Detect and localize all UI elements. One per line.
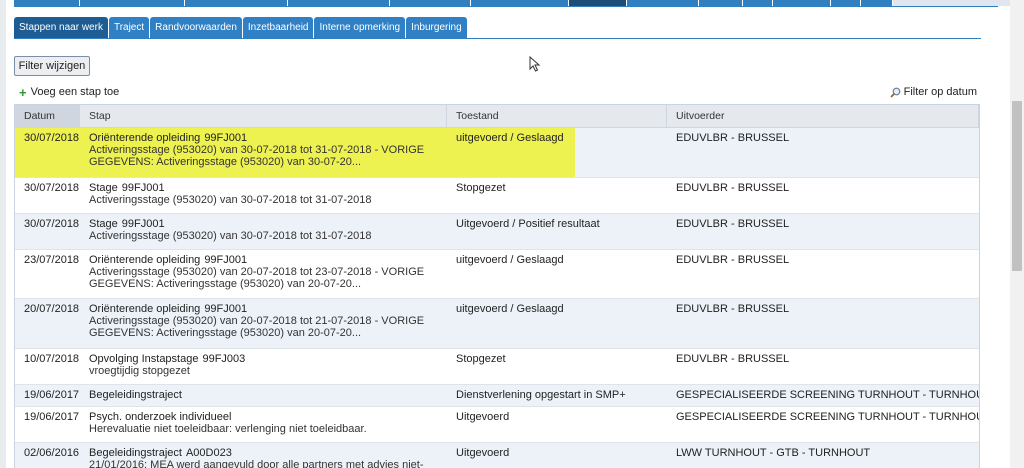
- add-step-label: Voeg een stap toe: [30, 86, 120, 98]
- table-row[interactable]: 19/06/2017 Begeleidingstraject Dienstver…: [15, 385, 979, 407]
- cell-date: 30/07/2018: [24, 218, 80, 230]
- step-description: Activeringsstage (953020) van 30-07-2018…: [89, 230, 372, 242]
- table-row[interactable]: 20/07/2018 Oriënterende opleiding 99FJ001…: [15, 299, 979, 349]
- step-name: Oriënterende opleiding: [89, 303, 201, 315]
- step-name: Oriënterende opleiding: [89, 254, 201, 266]
- cell-status: Uitgevoerd / Positief resultaat: [456, 218, 600, 230]
- filter-change-button[interactable]: Filter wijzigen: [14, 56, 90, 76]
- cell-executor: EDUVLBR - BRUSSEL: [676, 182, 790, 194]
- tab-traject[interactable]: Traject: [108, 17, 150, 39]
- column-header-uitvoerder[interactable]: Uitvoerder: [667, 105, 979, 127]
- table-row[interactable]: 30/07/2018 Stage 99FJ001 Activeringsstage…: [15, 178, 979, 214]
- tab-inzetbaarheid[interactable]: Inzetbaarheid: [242, 17, 314, 39]
- cell-date: 19/06/2017: [24, 411, 80, 423]
- cell-executor: GESPECIALISEERDE SCREENING TURNHOUT - TU…: [676, 389, 979, 401]
- mouse-cursor-icon: [529, 56, 541, 72]
- cell-status: uitgevoerd / Geslaagd: [456, 303, 564, 315]
- step-description: Herevaluatie niet toeleidbaar: verlengin…: [89, 423, 367, 435]
- tab-stappen-naar-werk[interactable]: Stappen naar werk: [14, 17, 108, 39]
- tab-randvoorwaarden[interactable]: Randvoorwaarden: [150, 17, 242, 39]
- table-row[interactable]: 02/06/2016 Begeleidingstraject A00D023 21…: [15, 443, 979, 468]
- step-name: Stage: [89, 218, 118, 230]
- cell-step: Stage 99FJ001 Activeringsstage (953020) v…: [80, 214, 447, 249]
- step-name: Oriënterende opleiding: [89, 132, 201, 144]
- step-code: 99FJ001: [204, 132, 248, 144]
- table-row[interactable]: 23/07/2018 Oriënterende opleiding 99FJ001…: [15, 250, 979, 299]
- cell-status: Uitgevoerd: [456, 447, 510, 459]
- cell-executor: EDUVLBR - BRUSSEL: [676, 218, 790, 230]
- column-header-stap[interactable]: Stap: [80, 105, 447, 127]
- cell-status: uitgevoerd / Geslaagd: [456, 254, 564, 266]
- tab-inburgering[interactable]: Inburgering: [406, 17, 467, 39]
- step-code: A00D023: [185, 447, 232, 459]
- cell-date: 20/07/2018: [24, 303, 80, 315]
- window-left-edge: [0, 0, 6, 468]
- tab-bar: Stappen naar werk Traject Randvoorwaarde…: [14, 17, 467, 39]
- plus-icon: +: [19, 84, 27, 100]
- table-row[interactable]: 30/07/2018 Oriënterende opleiding 99FJ001…: [15, 128, 979, 178]
- step-name: Begeleidingstraject: [89, 389, 182, 401]
- table-row[interactable]: 10/07/2018 Opvolging Instapstage 99FJ003 …: [15, 349, 979, 385]
- cell-executor: GESPECIALISEERDE SCREENING TURNHOUT - TU…: [676, 411, 979, 423]
- cell-status: uitgevoerd / Geslaagd: [456, 132, 564, 144]
- cell-status: Stopgezet: [456, 182, 506, 194]
- step-code: 99FJ001: [121, 182, 165, 194]
- step-name: Stage: [89, 182, 118, 194]
- cell-step: Psych. onderzoek individueel Herevaluati…: [80, 407, 447, 442]
- cell-date: 30/07/2018: [24, 132, 80, 144]
- cell-executor: EDUVLBR - BRUSSEL: [676, 353, 790, 365]
- cell-step: Begeleidingstraject: [80, 385, 447, 406]
- column-header-datum[interactable]: Datum: [15, 105, 80, 127]
- step-code: 99FJ003: [202, 353, 246, 365]
- step-description: 21/01/2016: MEA werd aangevuld door alle…: [89, 459, 424, 468]
- tab-underline: [14, 38, 981, 39]
- step-name: Psych. onderzoek individueel: [89, 411, 232, 423]
- cell-executor: LWW TURNHOUT - GTB - TURNHOUT: [676, 447, 871, 459]
- magnifier-icon: [889, 87, 901, 98]
- step-description: Activeringsstage (953020) van 20-07-2018…: [89, 266, 425, 290]
- step-name: Begeleidingstraject: [89, 447, 182, 459]
- scrollbar-thumb[interactable]: [1012, 101, 1022, 271]
- cell-date: 30/07/2018: [24, 182, 80, 194]
- cell-date: 19/06/2017: [24, 389, 80, 401]
- cell-step: Oriënterende opleiding 99FJ001 Activering…: [80, 128, 447, 177]
- cell-step: Begeleidingstraject A00D023 21/01/2016: M…: [80, 443, 447, 468]
- table-row[interactable]: 30/07/2018 Stage 99FJ001 Activeringsstage…: [15, 214, 979, 250]
- step-description: Activeringsstage (953020) van 20-07-2018…: [89, 315, 425, 339]
- cell-step: Oriënterende opleiding 99FJ001 Activering…: [80, 299, 447, 348]
- cell-date: 23/07/2018: [24, 254, 80, 266]
- cell-status: Uitgevoerd: [456, 411, 510, 423]
- cell-executor: EDUVLBR - BRUSSEL: [676, 132, 790, 144]
- step-description: vroegtijdig stopgezet: [89, 365, 190, 377]
- cell-executor: EDUVLBR - BRUSSEL: [676, 303, 790, 315]
- step-name: Opvolging Instapstage: [89, 353, 199, 365]
- column-header-toestand[interactable]: Toestand: [447, 105, 667, 127]
- filter-by-date-link[interactable]: Filter op datum: [889, 86, 977, 98]
- vertical-scrollbar[interactable]: [1010, 0, 1024, 468]
- top-navigation-line: [14, 6, 998, 7]
- step-code: 99FJ001: [204, 303, 248, 315]
- cell-step: Oriënterende opleiding 99FJ001 Activering…: [80, 250, 447, 298]
- cell-step: Opvolging Instapstage 99FJ003 vroegtijdig…: [80, 349, 447, 384]
- cell-step: Stage 99FJ001 Activeringsstage (953020) v…: [80, 178, 447, 213]
- cell-executor: EDUVLBR - BRUSSEL: [676, 254, 790, 266]
- step-description: Activeringsstage (953020) van 30-07-2018…: [89, 144, 425, 168]
- tab-interne-opmerking[interactable]: Interne opmerking: [314, 17, 406, 39]
- step-code: 99FJ001: [121, 218, 165, 230]
- cell-status: Stopgezet: [456, 353, 506, 365]
- table-header: Datum Stap Toestand Uitvoerder: [15, 105, 979, 128]
- cell-date: 02/06/2016: [24, 447, 80, 459]
- cell-status: Dienstverlening opgestart in SMP+: [456, 389, 626, 401]
- filter-by-date-label: Filter op datum: [903, 86, 977, 98]
- add-step-link[interactable]: + Voeg een stap toe: [19, 84, 120, 100]
- step-description: Activeringsstage (953020) van 30-07-2018…: [89, 194, 372, 206]
- step-code: 99FJ001: [204, 254, 248, 266]
- steps-table: Datum Stap Toestand Uitvoerder 30/07/201…: [14, 104, 980, 468]
- table-row[interactable]: 19/06/2017 Psych. onderzoek individueel …: [15, 407, 979, 443]
- cell-date: 10/07/2018: [24, 353, 80, 365]
